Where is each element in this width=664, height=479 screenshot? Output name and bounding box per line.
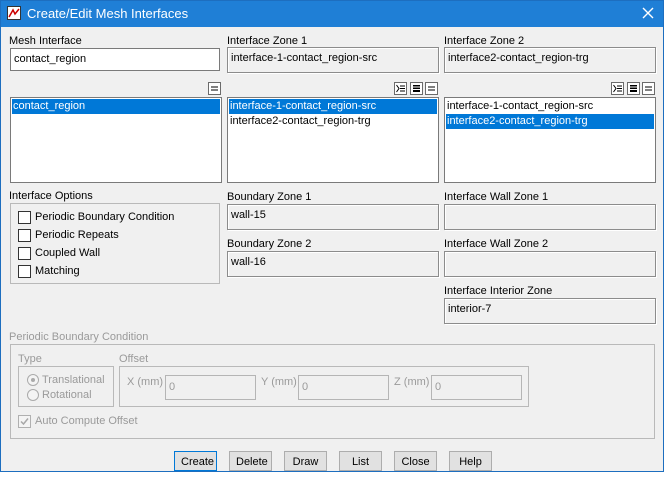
z-offset-input[interactable]: 0	[431, 375, 522, 400]
close-icon[interactable]	[639, 4, 657, 22]
checkbox-label: Coupled Wall	[35, 247, 101, 259]
periodic-boundary-condition-label: Periodic Boundary Condition	[9, 331, 149, 343]
interface-options-group: Periodic Boundary Condition Periodic Rep…	[10, 203, 220, 284]
interface-zone-2-label: Interface Zone 2	[444, 35, 525, 47]
mesh-interface-list[interactable]: contact_region	[10, 97, 222, 183]
checkbox-box[interactable]	[18, 415, 31, 428]
checkbox-label: Matching	[35, 265, 80, 277]
checkbox-label: Periodic Repeats	[35, 229, 119, 241]
list-icon	[630, 85, 637, 92]
y-offset-input[interactable]: 0	[298, 375, 389, 400]
rotational-radio[interactable]	[27, 389, 39, 401]
close-button[interactable]: Close	[394, 451, 437, 471]
y-label: Y (mm)	[261, 376, 297, 388]
interface-zone-2-field: interface2-contact_region-trg	[444, 47, 656, 73]
select-all-button[interactable]	[611, 82, 624, 95]
deselect-all-button[interactable]	[208, 82, 221, 95]
list-filter-button[interactable]	[410, 82, 423, 95]
radio-label: Rotational	[42, 389, 92, 401]
interface-options-label: Interface Options	[9, 190, 93, 202]
checkbox-label: Auto Compute Offset	[35, 415, 138, 427]
radio-label: Translational	[42, 374, 105, 386]
list-item[interactable]: interface2-contact_region-trg	[229, 114, 437, 129]
dialog-window: Create/Edit Mesh Interfaces Mesh Interfa…	[0, 0, 664, 472]
interface-zone-1-field: interface-1-contact_region-src	[227, 47, 439, 73]
translational-radio[interactable]	[27, 374, 39, 386]
interface-zone-2-list[interactable]: interface-1-contact_region-src interface…	[444, 97, 656, 183]
type-group: Translational Rotational	[18, 366, 114, 407]
app-icon	[7, 6, 21, 20]
mesh-interface-label: Mesh Interface	[9, 35, 82, 47]
interface-zone-1-label: Interface Zone 1	[227, 35, 308, 47]
list-button[interactable]: List	[339, 451, 382, 471]
interface-wall-zone-2-label: Interface Wall Zone 2	[444, 238, 549, 250]
deselect-all-button[interactable]	[642, 82, 655, 95]
offset-label: Offset	[119, 353, 149, 365]
select-all-button[interactable]	[394, 82, 407, 95]
checkbox-box[interactable]	[18, 211, 31, 224]
boundary-zone-2-field: wall-16	[227, 251, 439, 277]
list-icon	[413, 85, 420, 92]
boundary-zone-2-label: Boundary Zone 2	[227, 238, 312, 250]
boundary-zone-1-label: Boundary Zone 1	[227, 191, 312, 203]
interface-zone-1-list[interactable]: interface-1-contact_region-src interface…	[227, 97, 439, 183]
x-offset-input[interactable]: 0	[165, 375, 256, 400]
window-title: Create/Edit Mesh Interfaces	[27, 6, 189, 21]
x-label: X (mm)	[127, 376, 164, 388]
checkbox-box[interactable]	[18, 265, 31, 278]
list-item[interactable]: contact_region	[12, 99, 220, 114]
check-icon	[20, 418, 29, 426]
create-button[interactable]: Create	[174, 451, 217, 471]
z-label: Z (mm)	[394, 376, 430, 388]
interface-interior-zone-field: interior-7	[444, 298, 656, 324]
deselect-all-button[interactable]	[425, 82, 438, 95]
interface-interior-zone-label: Interface Interior Zone	[444, 285, 553, 297]
deselect-all-icon	[645, 86, 652, 91]
deselect-all-icon	[428, 86, 435, 91]
title-bar[interactable]: Create/Edit Mesh Interfaces	[1, 1, 663, 27]
list-item[interactable]: interface-1-contact_region-src	[446, 99, 654, 114]
boundary-zone-1-field: wall-15	[227, 204, 439, 230]
background-strip	[0, 473, 664, 479]
list-item[interactable]: interface2-contact_region-trg	[446, 114, 654, 129]
select-all-icon	[396, 84, 405, 93]
checkbox-box[interactable]	[18, 247, 31, 260]
checkbox-label: Periodic Boundary Condition	[35, 211, 175, 223]
type-label: Type	[18, 353, 42, 365]
deselect-all-icon	[211, 86, 218, 91]
delete-button[interactable]: Delete	[229, 451, 272, 471]
mesh-interface-input[interactable]: contact_region	[10, 48, 220, 71]
interface-wall-zone-1-field	[444, 204, 656, 230]
interface-wall-zone-1-label: Interface Wall Zone 1	[444, 191, 549, 203]
interface-wall-zone-2-field	[444, 251, 656, 277]
checkbox-box[interactable]	[18, 229, 31, 242]
help-button[interactable]: Help	[449, 451, 492, 471]
offset-group: X (mm) 0 Y (mm) 0 Z (mm) 0	[119, 366, 529, 407]
draw-button[interactable]: Draw	[284, 451, 327, 471]
list-item[interactable]: interface-1-contact_region-src	[229, 99, 437, 114]
select-all-icon	[613, 84, 622, 93]
list-filter-button[interactable]	[627, 82, 640, 95]
